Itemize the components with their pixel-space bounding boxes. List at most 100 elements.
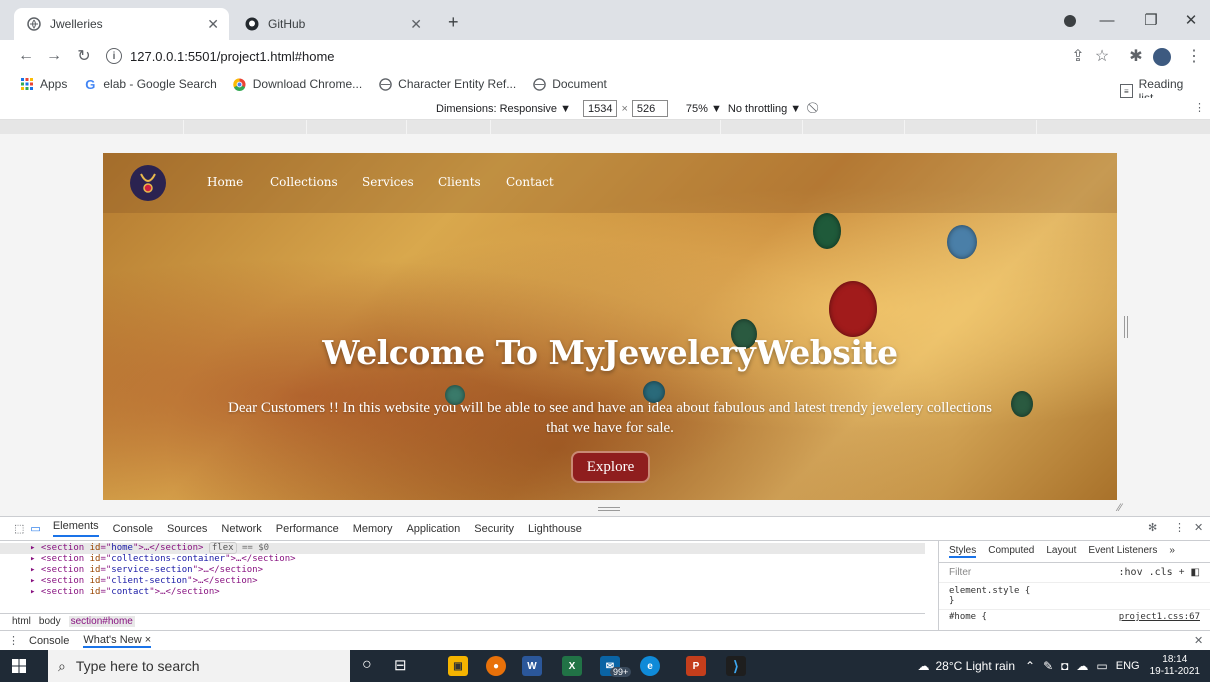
breadcrumb-html[interactable]: html: [12, 616, 31, 627]
rule-source-link[interactable]: project1.css:67: [1119, 612, 1200, 622]
height-input[interactable]: 526: [631, 100, 668, 117]
tab-performance[interactable]: Performance: [276, 523, 339, 535]
toggle-sidebar-icon[interactable]: ◧: [1191, 567, 1200, 578]
drawer-tab-console[interactable]: Console: [29, 635, 69, 647]
dom-node-service[interactable]: ▸ <section id="service-section">…</secti…: [0, 565, 925, 576]
tab-security[interactable]: Security: [474, 523, 514, 535]
edge-icon[interactable]: e: [640, 656, 660, 676]
chrome-taskbar-icon[interactable]: ●: [486, 656, 506, 676]
tab-lighthouse[interactable]: Lighthouse: [528, 523, 582, 535]
devtools-more-icon[interactable]: ⋮: [1194, 101, 1205, 114]
dom-node-home[interactable]: ▸ <section id="home">…</section> flex ==…: [0, 542, 925, 554]
close-devtools-icon[interactable]: ✕: [1194, 521, 1203, 534]
address-bar[interactable]: i 127.0.0.1:5501/project1.html#home: [106, 42, 1046, 70]
onedrive-icon[interactable]: ☁: [1076, 659, 1088, 673]
forward-icon[interactable]: →: [42, 44, 66, 68]
tab-application[interactable]: Application: [406, 523, 460, 535]
new-tab-button[interactable]: +: [448, 12, 459, 33]
windows-start-icon[interactable]: [12, 659, 26, 676]
bookmark-document[interactable]: Document: [532, 77, 607, 91]
profile-menu-icon[interactable]: [1064, 15, 1076, 27]
inspect-element-icon[interactable]: ⬚: [14, 522, 24, 535]
drawer-menu-icon[interactable]: ⋮: [8, 634, 19, 647]
width-input[interactable]: 1534: [583, 100, 618, 117]
close-drawer-icon[interactable]: ✕: [1194, 634, 1203, 647]
tab-memory[interactable]: Memory: [353, 523, 393, 535]
tab-github[interactable]: GitHub ✕: [232, 8, 432, 40]
back-icon[interactable]: ←: [14, 44, 38, 68]
nav-contact[interactable]: Contact: [506, 175, 554, 189]
viewport-resize-handle-right[interactable]: [1124, 316, 1128, 338]
explore-button[interactable]: Explore: [571, 451, 650, 483]
tab-jwelleries[interactable]: Jwelleries ✕: [14, 8, 229, 40]
drawer-tab-whats-new[interactable]: What's New ×: [83, 634, 152, 648]
dom-node-client[interactable]: ▸ <section id="client-section">…</sectio…: [0, 576, 925, 587]
avatar[interactable]: [1153, 48, 1171, 66]
site-logo[interactable]: [130, 165, 166, 201]
breadcrumb-body[interactable]: body: [39, 616, 61, 627]
tab-network[interactable]: Network: [221, 523, 261, 535]
more-tabs[interactable]: »: [1169, 545, 1175, 558]
word-icon[interactable]: W: [522, 656, 542, 676]
throttling-dropdown[interactable]: No throttling ▼: [728, 103, 801, 115]
device-toggle-icon[interactable]: ▭: [30, 522, 40, 535]
bookmark-apps[interactable]: Apps: [20, 77, 67, 91]
breadcrumb-section-home[interactable]: section#home: [68, 616, 135, 627]
language-indicator[interactable]: ENG: [1116, 660, 1140, 672]
nav-home[interactable]: Home: [207, 175, 243, 189]
share-icon[interactable]: ⇪: [1066, 44, 1090, 68]
zoom-dropdown[interactable]: 75% ▼: [686, 103, 722, 115]
powerpoint-icon[interactable]: P: [686, 656, 706, 676]
tray-app-icon[interactable]: ◘: [1061, 659, 1068, 673]
tab-event-listeners[interactable]: Event Listeners: [1088, 545, 1157, 558]
dom-node-collections[interactable]: ▸ <section id="collections-container">…<…: [0, 554, 925, 565]
nav-clients[interactable]: Clients: [438, 175, 481, 189]
hov-cls-toggle[interactable]: :hov .cls: [1119, 567, 1173, 578]
task-view-icon[interactable]: ⊟: [394, 656, 407, 674]
clock[interactable]: 18:14 19-11-2021: [1150, 654, 1200, 678]
close-tab-icon[interactable]: ✕: [207, 16, 219, 33]
pen-icon[interactable]: ✎: [1043, 659, 1053, 673]
close-window-icon[interactable]: ✕: [1176, 10, 1206, 30]
viewport-resize-handle-bottom[interactable]: [598, 507, 620, 511]
close-tab-icon[interactable]: ✕: [410, 16, 422, 33]
nav-services[interactable]: Services: [362, 175, 414, 189]
element-style-rule[interactable]: element.style { }: [939, 583, 1210, 609]
media-query-ruler[interactable]: [0, 120, 1210, 134]
tab-computed[interactable]: Computed: [988, 545, 1034, 558]
tab-styles[interactable]: Styles: [949, 545, 977, 558]
menu-kebab-icon[interactable]: ⋮: [1182, 44, 1206, 68]
reload-icon[interactable]: ↻: [72, 44, 96, 68]
nav-collections[interactable]: Collections: [270, 175, 338, 189]
bookmark-elab[interactable]: G elab - Google Search: [83, 77, 216, 92]
tab-sources[interactable]: Sources: [167, 523, 207, 535]
devtools-menu-icon[interactable]: ⋮: [1174, 521, 1185, 534]
bookmark-star-icon[interactable]: ☆: [1090, 44, 1114, 68]
mail-badge: 99+: [610, 667, 632, 677]
settings-gear-icon[interactable]: ✻: [1148, 521, 1157, 534]
store-icon[interactable]: ▣: [448, 656, 468, 676]
vscode-icon[interactable]: ⟩: [726, 656, 746, 676]
cortana-icon[interactable]: ○: [362, 656, 372, 674]
tray-chevron-icon[interactable]: ⌃: [1025, 659, 1035, 673]
styles-filter-input[interactable]: Filter: [949, 567, 1119, 578]
bookmark-download-chrome[interactable]: Download Chrome...: [233, 77, 362, 91]
weather-text[interactable]: 28°C Light rain: [936, 659, 1016, 673]
bookmark-character-entity[interactable]: Character Entity Ref...: [378, 77, 516, 91]
home-rule[interactable]: #home { project1.css:67: [939, 609, 1210, 624]
dimensions-dropdown[interactable]: Dimensions: Responsive ▼: [436, 103, 571, 115]
site-info-icon[interactable]: i: [106, 48, 122, 64]
minimize-icon[interactable]: —: [1092, 10, 1122, 30]
restore-icon[interactable]: ❐: [1136, 10, 1166, 30]
add-rule-icon[interactable]: +: [1179, 567, 1185, 578]
taskbar-search[interactable]: ⌕ Type here to search: [48, 650, 350, 682]
tab-elements[interactable]: Elements: [52, 520, 99, 537]
tab-layout[interactable]: Layout: [1046, 545, 1076, 558]
flex-badge[interactable]: flex: [208, 542, 237, 554]
battery-icon[interactable]: ▭: [1096, 659, 1107, 673]
extensions-icon[interactable]: ✱: [1124, 44, 1148, 68]
dom-node-contact[interactable]: ▸ <section id="contact">…</section>: [0, 587, 925, 598]
viewport-resize-corner[interactable]: ⁄⁄: [1118, 502, 1122, 514]
excel-icon[interactable]: X: [562, 656, 582, 676]
tab-console[interactable]: Console: [113, 523, 153, 535]
